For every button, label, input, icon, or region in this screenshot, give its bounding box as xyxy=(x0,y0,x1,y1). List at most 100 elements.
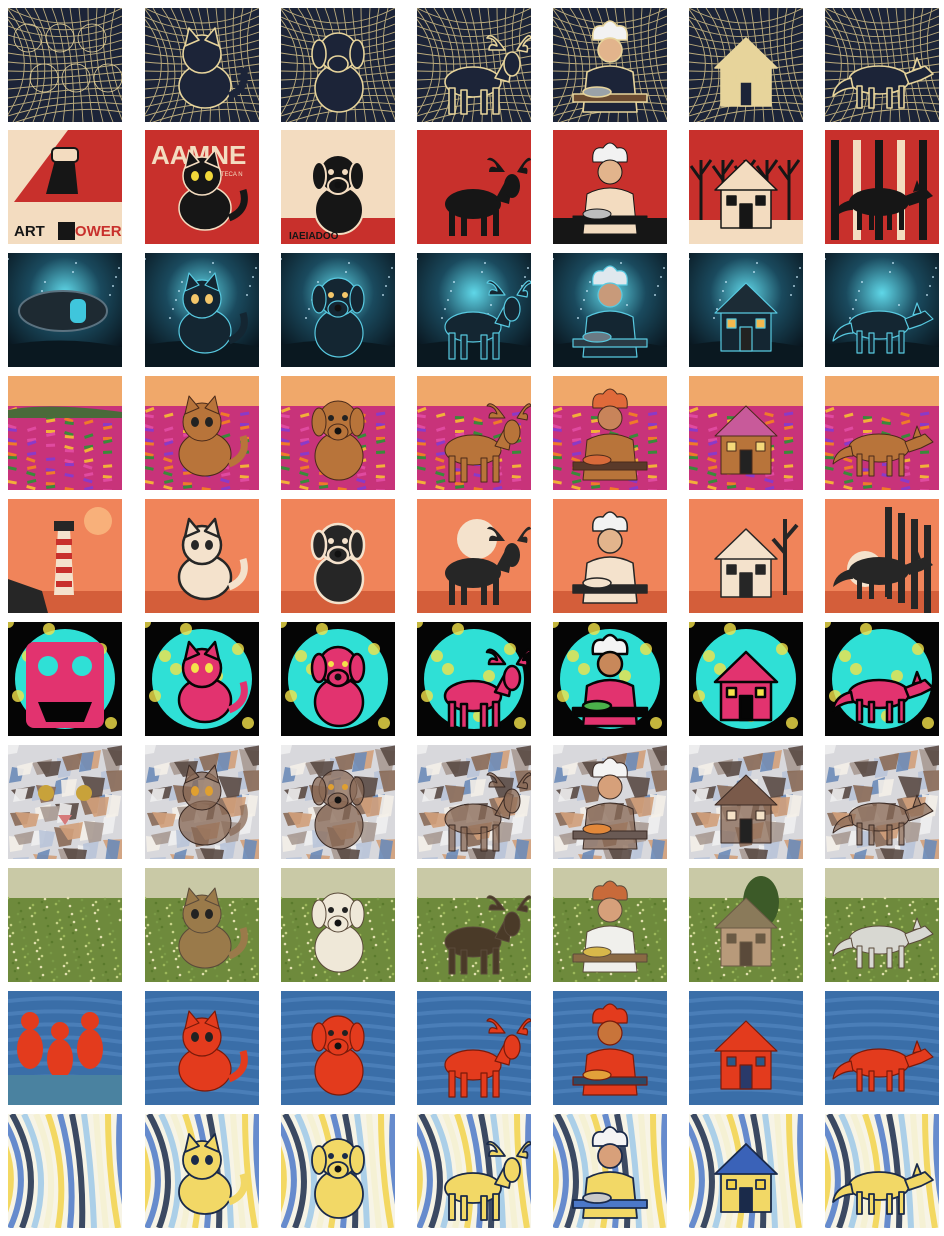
tile-gold-line-art-scene xyxy=(8,8,122,122)
wolf-image xyxy=(825,991,939,1105)
tile-neon-pop-art-scene xyxy=(8,622,122,736)
tile-neon-pop-art-wolf xyxy=(825,622,939,736)
scene-image xyxy=(8,991,122,1105)
dog-image: IAEIADOO xyxy=(281,130,395,244)
cat-image xyxy=(145,253,259,367)
moose-image xyxy=(417,991,531,1105)
moose-image xyxy=(417,622,531,736)
tile-dark-fantasy-blue-wolf xyxy=(825,253,939,367)
house-image xyxy=(689,622,803,736)
tile-gold-line-art-dog xyxy=(281,8,395,122)
chef-image xyxy=(553,745,667,859)
tile-mosaic-cubist-house xyxy=(689,745,803,859)
tile-fauvist-blue-red-moose xyxy=(417,991,531,1105)
cat-image xyxy=(145,622,259,736)
wolf-image xyxy=(825,8,939,122)
tile-pointillist-meadow-scene xyxy=(8,868,122,982)
chef-image xyxy=(553,8,667,122)
tile-propaganda-poster-dog: IAEIADOO xyxy=(281,130,395,244)
tile-flat-orange-retro-chef xyxy=(553,499,667,613)
moose-image xyxy=(417,868,531,982)
tile-flat-orange-retro-moose xyxy=(417,499,531,613)
house-image xyxy=(689,499,803,613)
tile-magenta-impressionist-dog xyxy=(281,376,395,490)
scene-image xyxy=(8,745,122,859)
chef-image xyxy=(553,376,667,490)
moose-image xyxy=(417,1114,531,1228)
chef-image xyxy=(553,622,667,736)
dog-figure xyxy=(310,645,366,728)
tile-mosaic-cubist-scene xyxy=(8,745,122,859)
tile-propaganda-poster-wolf xyxy=(825,130,939,244)
dog-image xyxy=(281,8,395,122)
tile-propaganda-poster-house xyxy=(689,130,803,244)
tile-pointillist-meadow-cat xyxy=(145,868,259,982)
tile-magenta-impressionist-wolf xyxy=(825,376,939,490)
wolf-image xyxy=(825,376,939,490)
dog-figure xyxy=(311,154,365,235)
cat-image xyxy=(145,745,259,859)
tile-fauvist-blue-red-house xyxy=(689,991,803,1105)
tile-pointillist-meadow-house xyxy=(689,868,803,982)
moose-image xyxy=(417,130,531,244)
tile-psychedelic-swirl-chef xyxy=(553,1114,667,1228)
tile-fauvist-blue-red-scene xyxy=(8,991,122,1105)
dog-figure xyxy=(311,1138,365,1219)
scene-image xyxy=(8,499,122,613)
tile-pointillist-meadow-moose xyxy=(417,868,531,982)
tile-dark-fantasy-blue-chef xyxy=(553,253,667,367)
tile-psychedelic-swirl-dog xyxy=(281,1114,395,1228)
chef-image xyxy=(553,868,667,982)
tile-flat-orange-retro-cat xyxy=(145,499,259,613)
tile-dark-fantasy-blue-moose xyxy=(417,253,531,367)
tile-mosaic-cubist-chef xyxy=(553,745,667,859)
dog-image xyxy=(281,253,395,367)
tile-pointillist-meadow-wolf xyxy=(825,868,939,982)
house-image xyxy=(689,745,803,859)
tile-psychedelic-swirl-wolf xyxy=(825,1114,939,1228)
tile-pointillist-meadow-dog xyxy=(281,868,395,982)
tile-psychedelic-swirl-house xyxy=(689,1114,803,1228)
tile-magenta-impressionist-cat xyxy=(145,376,259,490)
cat-image xyxy=(145,868,259,982)
scene-image xyxy=(8,868,122,982)
tile-fauvist-blue-red-wolf xyxy=(825,991,939,1105)
tile-mosaic-cubist-cat xyxy=(145,745,259,859)
wolf-image xyxy=(825,1114,939,1228)
tile-mosaic-cubist-dog xyxy=(281,745,395,859)
scene-image xyxy=(8,8,122,122)
chef-image xyxy=(553,499,667,613)
tile-fauvist-blue-red-cat xyxy=(145,991,259,1105)
tile-gold-line-art-cat xyxy=(145,8,259,122)
tile-dark-fantasy-blue-dog xyxy=(281,253,395,367)
tile-neon-pop-art-cat xyxy=(145,622,259,736)
dog-image xyxy=(281,376,395,490)
tile-flat-orange-retro-dog xyxy=(281,499,395,613)
cat-image xyxy=(145,8,259,122)
dog-image xyxy=(281,868,395,982)
tile-dark-fantasy-blue-house xyxy=(689,253,803,367)
tile-neon-pop-art-chef xyxy=(553,622,667,736)
tile-magenta-impressionist-house xyxy=(689,376,803,490)
cat-image xyxy=(145,376,259,490)
scene-image xyxy=(8,376,122,490)
tile-magenta-impressionist-chef xyxy=(553,376,667,490)
dog-image xyxy=(281,991,395,1105)
moose-image xyxy=(417,499,531,613)
moose-image xyxy=(417,376,531,490)
house-image xyxy=(689,991,803,1105)
dog-image xyxy=(281,1114,395,1228)
poster-word-art: ART xyxy=(14,223,49,240)
tile-magenta-impressionist-moose xyxy=(417,376,531,490)
dog-image xyxy=(281,622,395,736)
tile-gold-line-art-house xyxy=(689,8,803,122)
tile-mosaic-cubist-wolf xyxy=(825,745,939,859)
house-image xyxy=(689,253,803,367)
dog-figure xyxy=(310,522,366,605)
tile-psychedelic-swirl-scene xyxy=(8,1114,122,1228)
tile-propaganda-poster-cat: AAMNE AN TECA N xyxy=(145,130,259,244)
tile-psychedelic-swirl-moose xyxy=(417,1114,531,1228)
wolf-image xyxy=(825,868,939,982)
cat-image xyxy=(145,991,259,1105)
tile-neon-pop-art-dog xyxy=(281,622,395,736)
